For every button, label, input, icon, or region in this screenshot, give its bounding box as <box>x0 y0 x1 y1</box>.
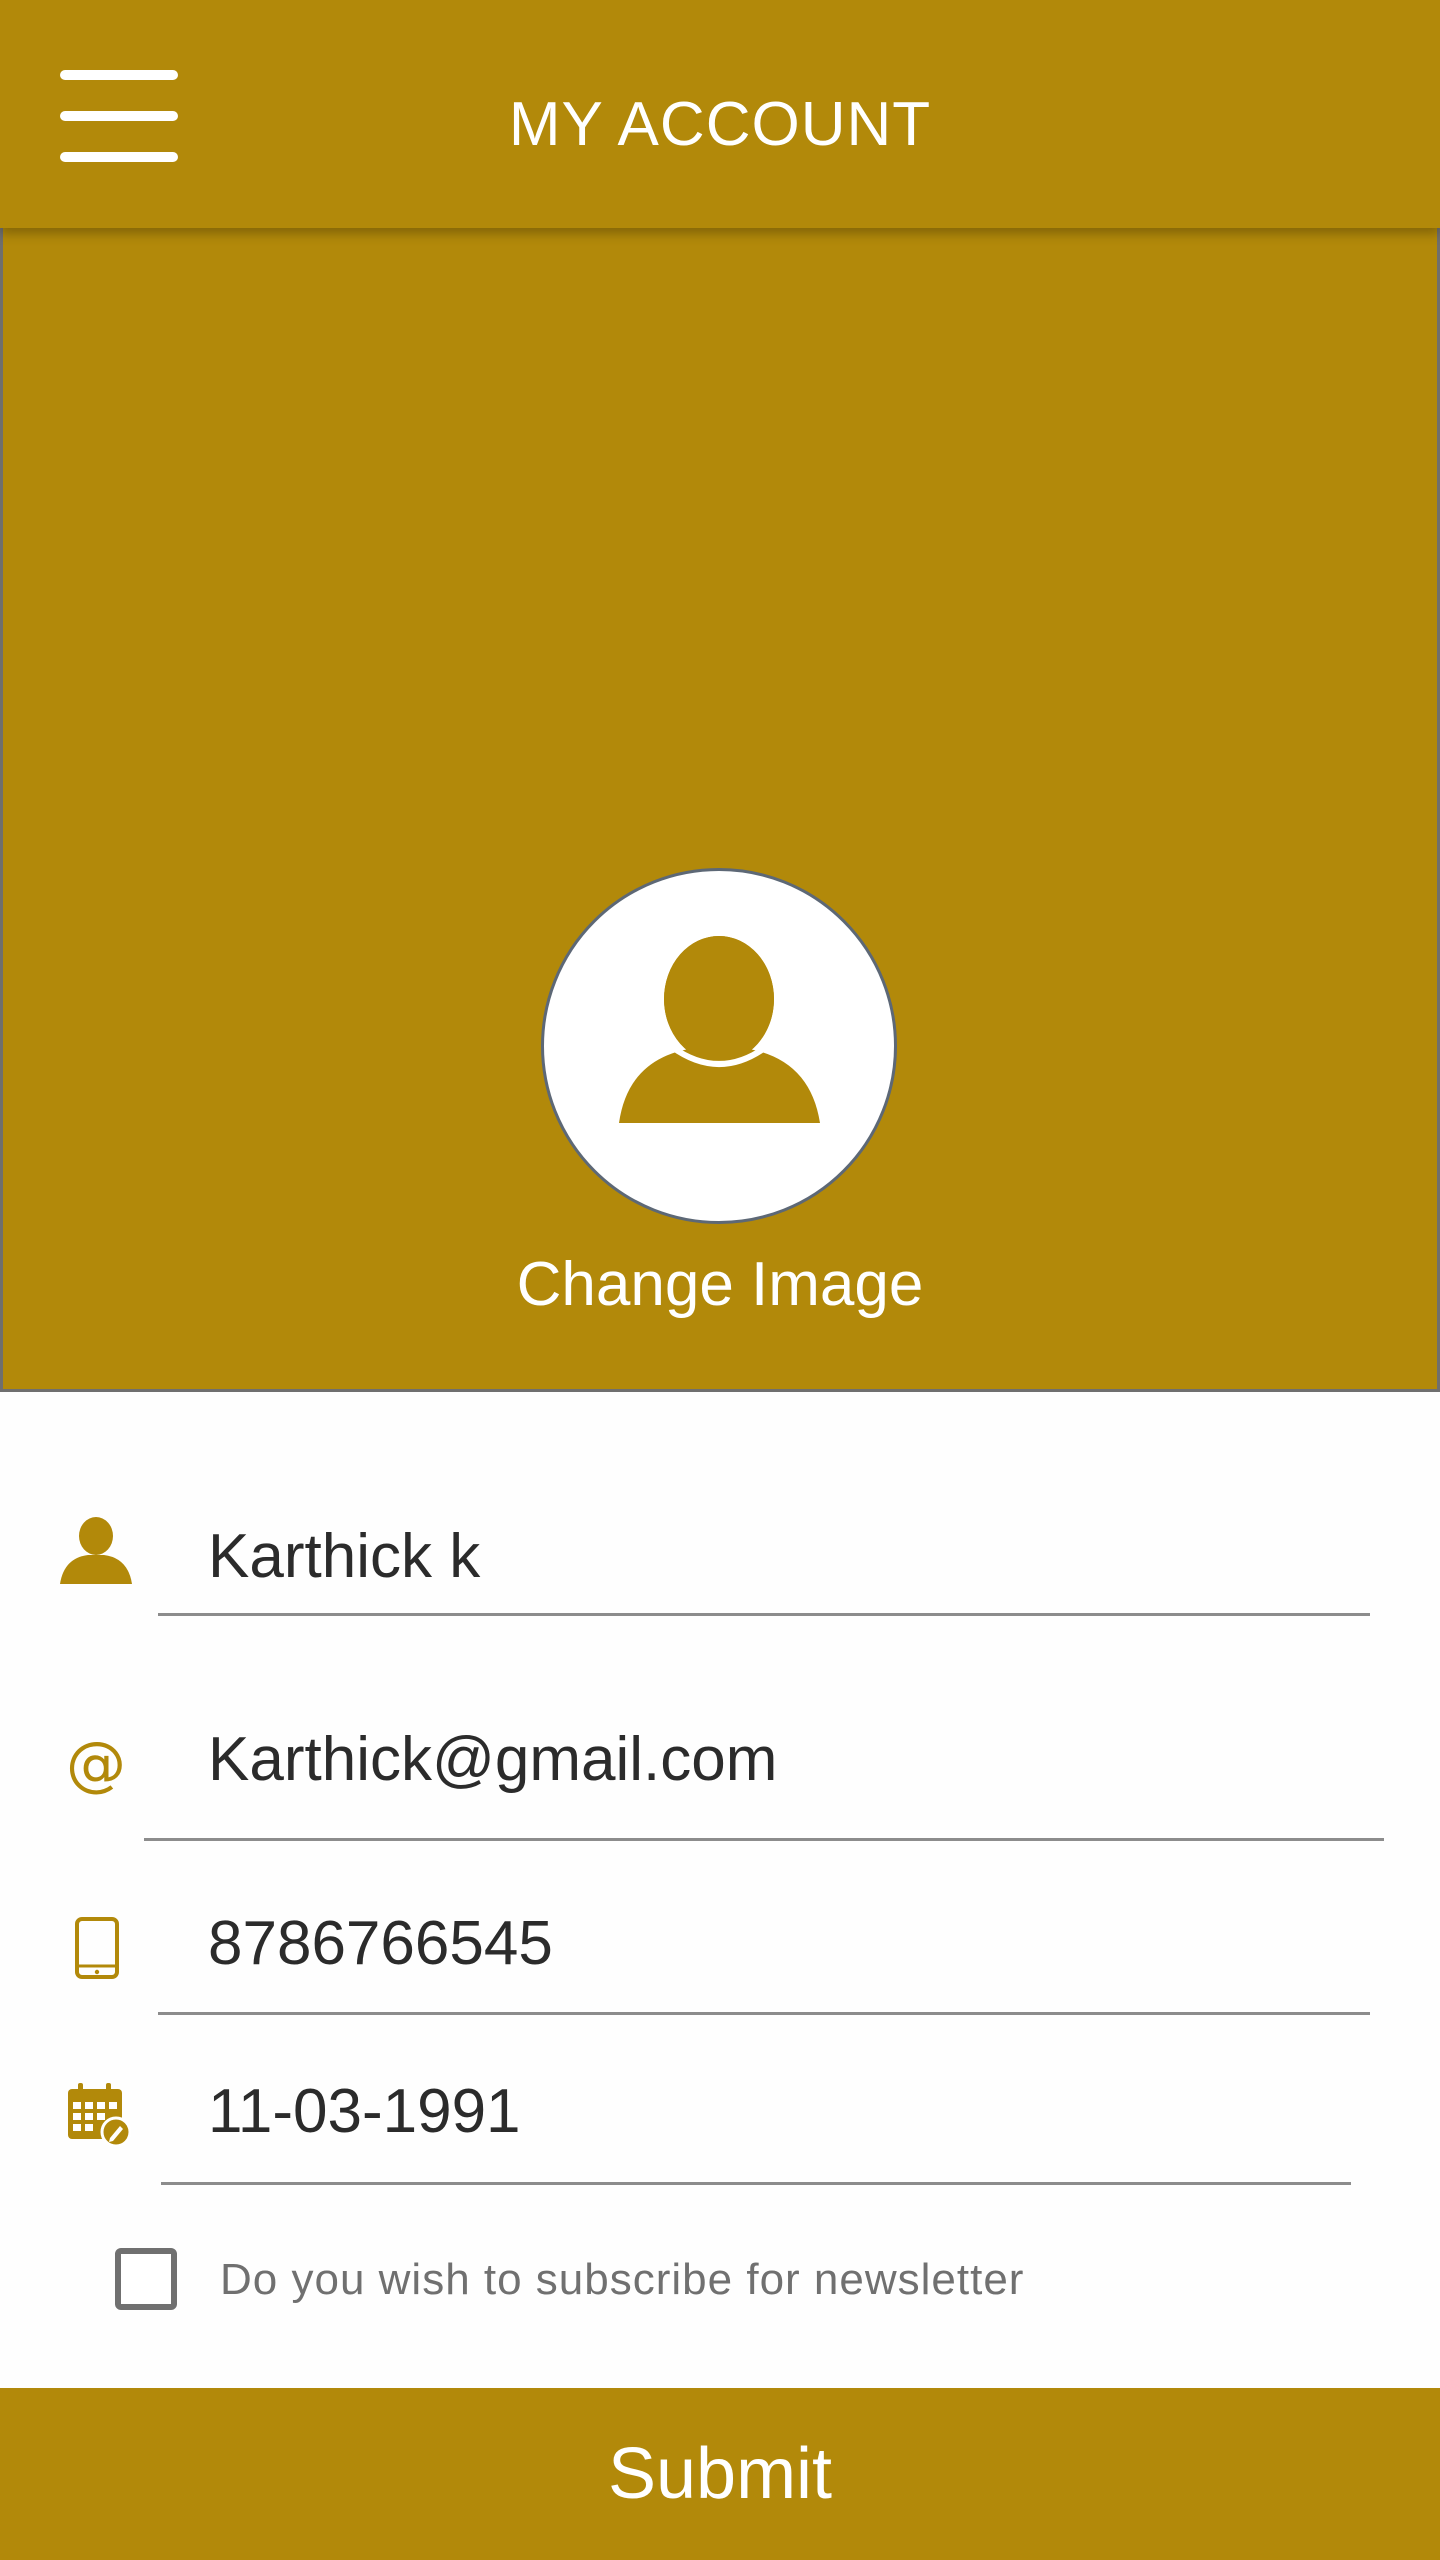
newsletter-checkbox[interactable] <box>115 2248 177 2310</box>
email-field[interactable]: Karthick@gmail.com <box>208 1720 777 1800</box>
email-field-underline <box>144 1838 1384 1841</box>
svg-text:@: @ <box>66 1729 126 1799</box>
person-icon <box>60 1517 132 1584</box>
calendar-edit-icon <box>68 2083 132 2148</box>
at-sign-icon: @ <box>66 1729 126 1799</box>
phone-field-underline <box>158 2012 1370 2015</box>
mobile-phone-icon <box>75 1917 119 1979</box>
submit-button[interactable]: Submit <box>0 2388 1440 2560</box>
profile-avatar[interactable] <box>541 868 897 1224</box>
user-silhouette-icon <box>619 930 820 1123</box>
dob-field-underline <box>161 2182 1351 2185</box>
app-bar: MY ACCOUNT <box>0 0 1440 228</box>
change-image-link[interactable]: Change Image <box>420 1245 1020 1325</box>
page-title: MY ACCOUNT <box>508 90 932 159</box>
phone-field[interactable]: 8786766545 <box>208 1904 553 1984</box>
name-field[interactable]: Karthick k <box>208 1517 480 1597</box>
name-field-underline <box>158 1613 1370 1616</box>
newsletter-label: Do you wish to subscribe for newsletter <box>220 2255 1025 2304</box>
dob-field[interactable]: 11-03-1991 <box>208 2072 521 2152</box>
